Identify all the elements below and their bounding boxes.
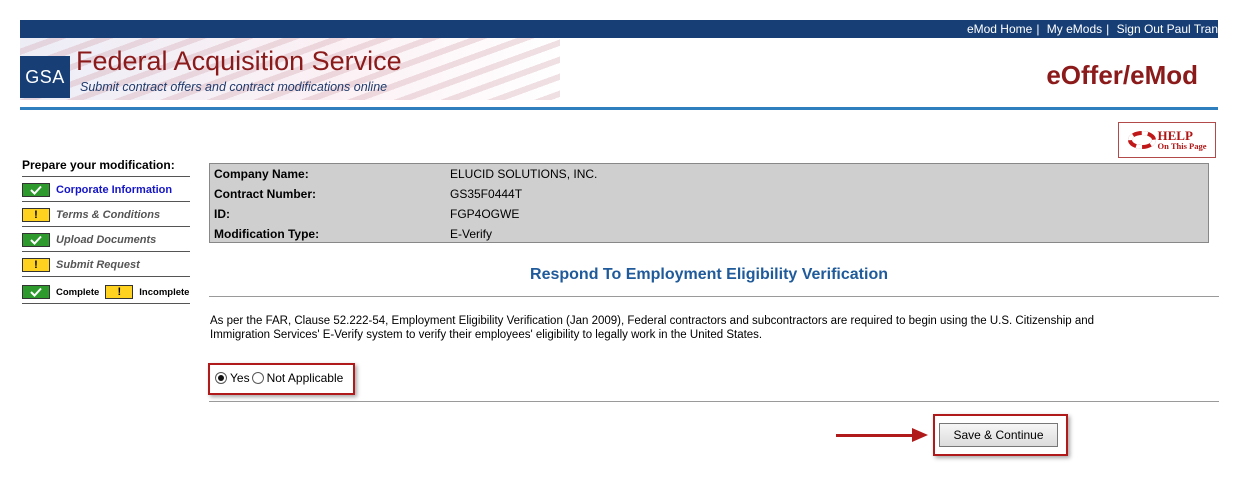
yes-radio-label[interactable]: Yes	[230, 371, 250, 385]
not-applicable-radio-label[interactable]: Not Applicable	[267, 371, 344, 385]
sidebar-item-label: Upload Documents	[56, 234, 157, 246]
legend-incomplete-label: Incomplete	[139, 286, 190, 298]
info-row-id: ID: FGP4OGWE	[214, 204, 519, 224]
info-value: E-Verify	[450, 227, 493, 241]
sidebar-item-label: Terms & Conditions	[56, 209, 161, 221]
info-value: GS35F0444T	[450, 187, 523, 201]
site-subtitle: Submit contract offers and contract modi…	[80, 80, 388, 94]
checkmark-icon	[22, 285, 50, 299]
gsa-logo-text: GSA	[25, 66, 65, 87]
modification-info-panel: Company Name: ELUCID SOLUTIONS, INC. Con…	[209, 163, 1209, 243]
lifebuoy-icon	[1127, 131, 1156, 149]
sidebar-item-corporate-information[interactable]: Corporate Information	[22, 180, 172, 200]
top-links: eMod Home | My eMods | Sign Out Paul Tran	[966, 22, 1218, 36]
divider	[22, 201, 190, 202]
everify-radio-group: Yes Not Applicable	[215, 371, 343, 385]
site-title: Federal Acquisition Service	[76, 46, 402, 76]
divider	[209, 401, 1219, 402]
info-value: ELUCID SOLUTIONS, INC.	[450, 167, 598, 181]
sidebar-item-label: Corporate Information	[56, 184, 173, 196]
warning-icon: !	[22, 258, 50, 272]
header-divider	[20, 107, 1218, 110]
divider	[22, 276, 190, 277]
sidebar-item-terms-conditions[interactable]: ! Terms & Conditions	[22, 205, 160, 225]
info-row-modification-type: Modification Type: E-Verify	[214, 224, 492, 244]
arrow-head-icon	[912, 428, 928, 442]
info-row-contract: Contract Number: GS35F0444T	[214, 184, 522, 204]
checkmark-icon	[22, 233, 50, 247]
my-emods-link[interactable]: My eMods	[1047, 22, 1102, 36]
divider	[22, 226, 190, 227]
everify-description: As per the FAR, Clause 52.222-54, Employ…	[210, 315, 1095, 341]
help-sublabel: On This Page	[1157, 141, 1207, 152]
divider	[22, 251, 190, 252]
yes-radio[interactable]	[215, 372, 227, 384]
not-applicable-radio[interactable]	[251, 372, 264, 384]
sidebar-item-submit-request[interactable]: ! Submit Request	[22, 255, 140, 275]
save-continue-button[interactable]: Save & Continue	[939, 423, 1058, 447]
brand-name: eOffer/eMod	[1046, 60, 1198, 90]
divider	[22, 176, 190, 177]
warning-icon: !	[22, 208, 50, 222]
info-label: Company Name:	[214, 167, 309, 181]
sign-out-link[interactable]: Sign Out Paul Tran	[1117, 22, 1218, 36]
info-label: ID:	[214, 207, 230, 221]
info-value: FGP4OGWE	[450, 207, 520, 221]
info-label: Contract Number:	[214, 187, 317, 201]
checkmark-icon	[22, 183, 50, 197]
warning-icon: !	[105, 285, 134, 299]
info-label: Modification Type:	[214, 227, 320, 241]
page-heading: Respond To Employment Eligibility Verifi…	[530, 266, 888, 283]
sidebar-item-label: Submit Request	[56, 259, 140, 271]
divider	[209, 296, 1219, 297]
arrow-icon	[836, 434, 916, 437]
sidebar-title: Prepare your modification:	[22, 158, 175, 172]
info-row-company: Company Name: ELUCID SOLUTIONS, INC.	[214, 164, 597, 184]
divider	[22, 303, 190, 304]
gsa-logo: GSA	[20, 56, 70, 98]
status-legend: Complete ! Incomplete	[22, 282, 195, 302]
emod-home-link[interactable]: eMod Home	[967, 22, 1032, 36]
legend-complete-label: Complete	[56, 286, 100, 298]
help-on-this-page-button[interactable]: HELP On This Page	[1118, 122, 1216, 158]
sidebar-item-upload-documents[interactable]: Upload Documents	[22, 230, 156, 250]
